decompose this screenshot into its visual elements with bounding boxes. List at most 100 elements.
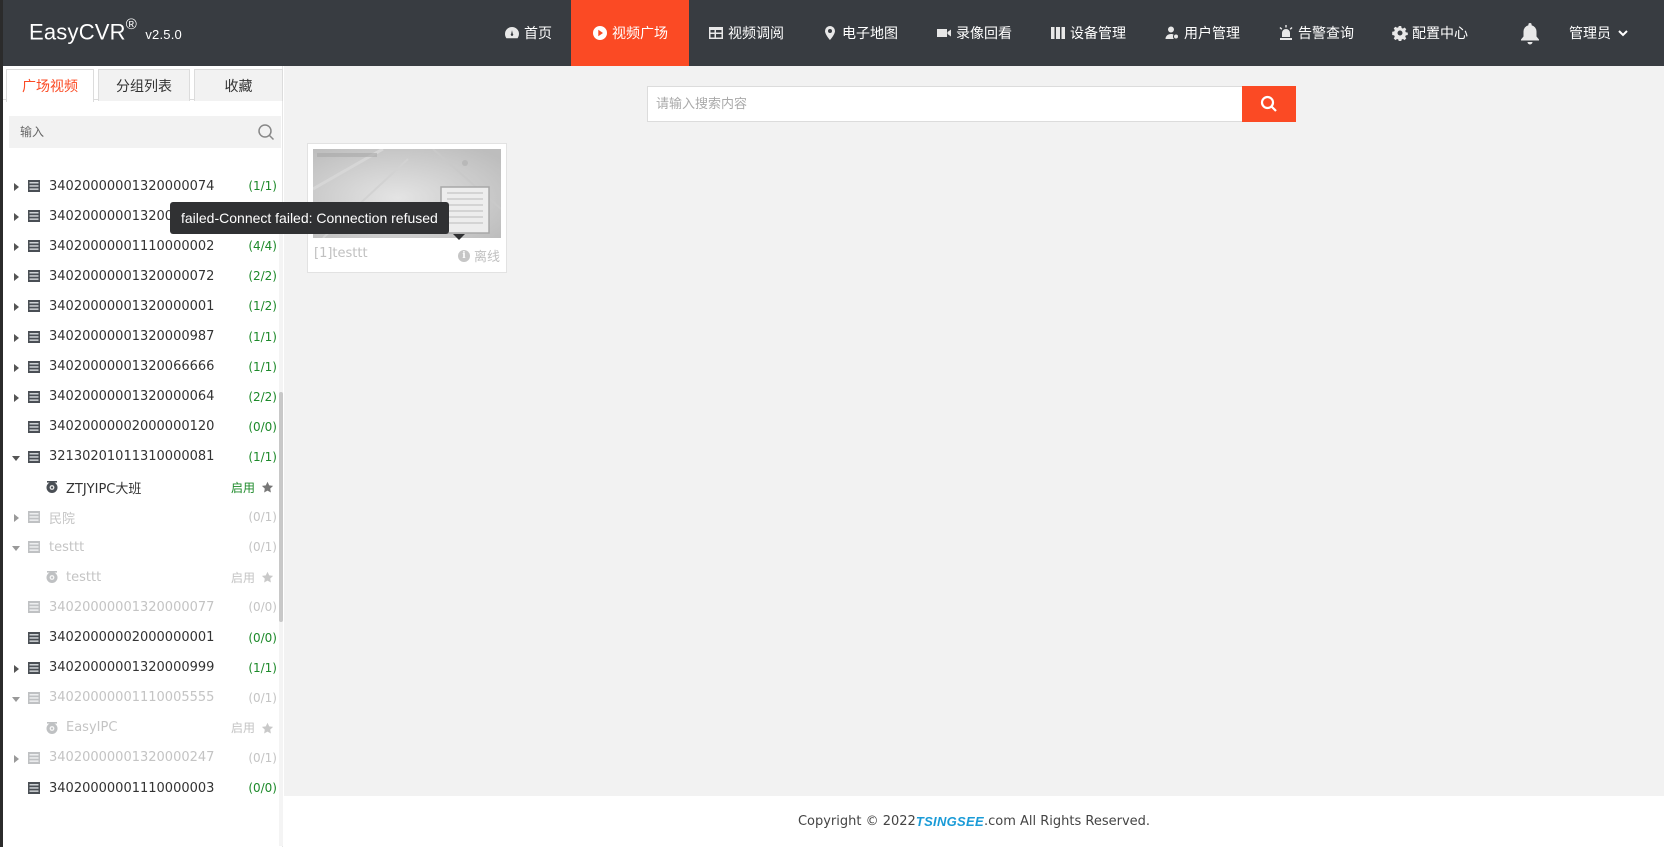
caret-down-icon[interactable] <box>11 542 21 552</box>
nav-item-alarm-query[interactable]: 告警查询 <box>1259 0 1373 66</box>
caret-right-icon[interactable] <box>11 271 21 282</box>
main-search-input[interactable] <box>648 87 1242 121</box>
tree-device-item[interactable]: 34020000001320000072 (2/2) <box>3 260 279 292</box>
caret-down-icon[interactable] <box>11 693 21 703</box>
nav-item-device-management[interactable]: 设备管理 <box>1031 0 1145 66</box>
device-server-icon <box>27 420 41 434</box>
map-pin-icon <box>825 26 835 40</box>
tree-device-item[interactable]: 34020000002000000001 (0/0) <box>3 622 279 654</box>
sidebar-search-input[interactable] <box>9 116 249 148</box>
nav-label: 视频调阅 <box>728 26 784 42</box>
caret-right-icon[interactable] <box>11 332 21 342</box>
tree-channel-item[interactable]: EasyIPC 启用 <box>3 712 279 744</box>
tree-item-label: 34020000001320000064 <box>49 389 215 405</box>
columns-icon <box>1051 27 1065 39</box>
nav-item-e-map[interactable]: 电子地图 <box>803 0 917 66</box>
nav-item-video-square[interactable]: 视频广场 <box>571 0 689 66</box>
nav-item-playback[interactable]: 录像回看 <box>917 0 1031 66</box>
nav-item-home[interactable]: 首页 <box>485 0 571 66</box>
tree-scrollbar-thumb[interactable] <box>279 392 283 622</box>
caret-right-icon[interactable] <box>11 241 21 252</box>
tree-device-item[interactable]: 34020000001320000247 (0/1) <box>3 742 279 774</box>
tree-channel-item[interactable]: testtt 启用 <box>3 561 279 593</box>
main-search-button[interactable] <box>1242 86 1296 122</box>
channel-count: (0/0) <box>248 781 277 795</box>
bell-icon <box>1521 23 1539 45</box>
caret-right-icon[interactable] <box>11 301 21 312</box>
device-server-icon <box>27 209 41 223</box>
tree-item-label: 34020000001110000002 <box>49 238 215 254</box>
tree-item-label: testtt <box>66 569 102 585</box>
play-circle-icon <box>593 26 607 40</box>
star-icon[interactable] <box>261 571 274 584</box>
caret-down-icon[interactable] <box>11 452 21 462</box>
channel-status: 启用 <box>230 570 255 585</box>
tree-device-item[interactable]: 34020000001110000003 (0/0) <box>3 772 279 804</box>
top-header: EasyCVR® v2.5.0 首页 视频广场 视频调阅 电子地图 录像回看 设… <box>3 0 1664 66</box>
channel-count: (0/1) <box>248 750 277 765</box>
device-tree: 34020000001320000074 (1/1) 340200000013200… <box>3 166 279 847</box>
tree-item-label: 34020000002000000001 <box>49 630 215 645</box>
tree-item-label: ZTJYIPC大班 <box>66 481 142 497</box>
channel-count: (1/1) <box>248 449 277 464</box>
device-server-icon <box>27 781 41 795</box>
logo-registered-mark: ® <box>125 16 138 33</box>
tree-device-item[interactable]: 34020000001320000064 (2/2) <box>3 381 279 413</box>
tree-item-label: 34020000001320000247 <box>49 750 215 766</box>
user-menu[interactable]: 管理员 <box>1569 0 1629 66</box>
tree-item-label: 34020000001320000077 <box>49 599 215 615</box>
caret-right-icon[interactable] <box>11 362 21 372</box>
tree-device-item[interactable]: 34020000001320000074 (1/1) <box>3 170 279 202</box>
caret-right-icon[interactable] <box>11 392 21 402</box>
tree-device-item[interactable]: 34020000001320066666 (1/1) <box>3 351 279 383</box>
tree-device-item[interactable]: 34020000001110005555 (0/1) <box>3 682 279 714</box>
channel-count: (0/0) <box>248 600 277 615</box>
main-search <box>647 86 1243 122</box>
app-logo[interactable]: EasyCVR® v2.5.0 <box>29 16 182 45</box>
tree-device-item[interactable]: 民院 (0/1) <box>3 501 279 533</box>
caret-right-icon[interactable] <box>11 753 21 763</box>
device-server-icon <box>27 510 41 524</box>
tree-device-item[interactable]: testtt (0/1) <box>3 531 279 563</box>
tree-item-label: 34020000001320000001 <box>49 298 215 314</box>
star-icon[interactable] <box>261 481 274 494</box>
tree-item-label: 32130201011310000081 <box>49 449 215 465</box>
channel-count: (1/2) <box>248 299 277 314</box>
tab-favorites[interactable]: 收藏 <box>194 69 283 101</box>
caret-right-icon[interactable] <box>11 211 21 222</box>
caret-right-icon[interactable] <box>11 663 21 673</box>
sidebar: 广场视频 分组列表 收藏 34020000001320000074(1/1)34… <box>3 66 283 847</box>
caret-right-icon[interactable] <box>11 512 21 523</box>
nav-label: 录像回看 <box>956 26 1012 42</box>
footer-brand-link[interactable]: TSINGSEE <box>916 814 984 829</box>
tree-channel-item[interactable]: ZTJYIPC大班 启用 <box>3 471 279 503</box>
device-server-icon <box>27 330 41 344</box>
nav-item-user-management[interactable]: 用户管理 <box>1145 0 1259 66</box>
channel-count: (0/1) <box>248 540 277 555</box>
notification-bell-button[interactable] <box>1519 21 1541 45</box>
nav-label: 视频广场 <box>612 26 668 42</box>
tree-device-item[interactable]: 34020000001320000001 (1/2) <box>3 290 279 322</box>
tree-device-item[interactable]: 32130201011310000081 (1/1) <box>3 441 279 473</box>
tree-device-item[interactable]: 34020000002000000120 (0/0) <box>3 411 279 443</box>
caret-right-icon[interactable] <box>11 181 21 191</box>
device-server-icon <box>27 269 41 283</box>
tab-square-video[interactable]: 广场视频 <box>6 69 94 102</box>
star-icon[interactable] <box>261 722 274 735</box>
nav-item-video-review[interactable]: 视频调阅 <box>689 0 803 66</box>
device-server-icon <box>27 661 41 675</box>
nav-item-config-center[interactable]: 配置中心 <box>1373 0 1487 66</box>
video-camera-icon <box>937 29 951 37</box>
search-icon <box>1260 95 1277 112</box>
tree-device-item[interactable]: 34020000001320000077 (0/0) <box>3 591 279 623</box>
user-name: 管理员 <box>1569 26 1611 42</box>
tab-group-list[interactable]: 分组列表 <box>98 69 190 101</box>
device-server-icon <box>27 360 41 374</box>
tree-device-item[interactable]: 34020000001110000002 (4/4) <box>3 230 279 262</box>
tree-device-item[interactable]: 34020000001320000999 (1/1) <box>3 652 279 684</box>
tree-device-item[interactable]: 34020000001320000987 (1/1) <box>3 321 279 353</box>
search-icon[interactable] <box>257 123 275 141</box>
info-icon[interactable]: i <box>457 249 470 262</box>
device-server-icon <box>27 390 41 404</box>
app-version: v2.5.0 <box>145 27 182 43</box>
